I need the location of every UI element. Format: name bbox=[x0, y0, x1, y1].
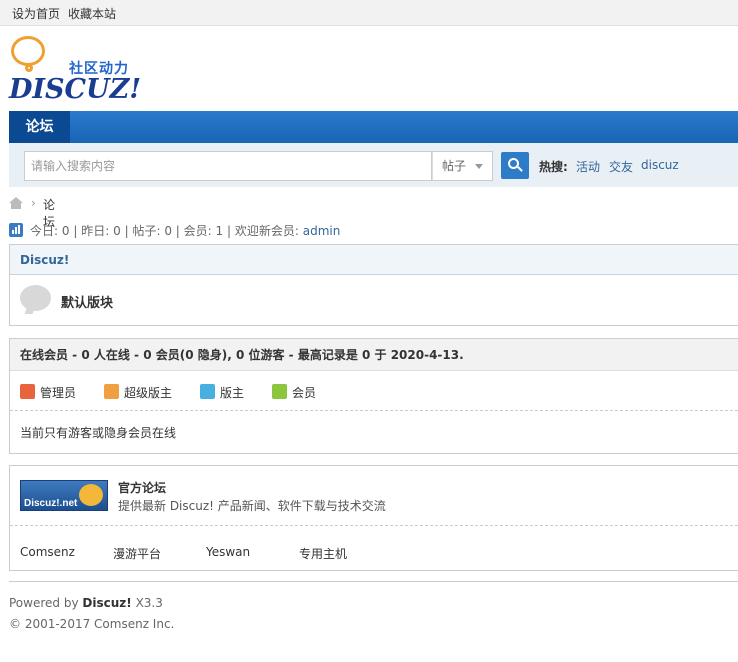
logo-bubble-icon bbox=[11, 36, 45, 66]
stat-today-value: 0 bbox=[61, 224, 70, 238]
moderator-user-icon bbox=[200, 384, 215, 399]
search-button[interactable] bbox=[501, 152, 529, 179]
super-moderator-user-icon bbox=[104, 384, 119, 399]
official-forum-desc: 提供最新 Discuz! 产品新闻、软件下载与技术交流 bbox=[118, 499, 386, 513]
hot-search-link[interactable]: 交友 bbox=[609, 158, 633, 175]
online-members-block: 在线会员 - 0 人在线 - 0 会员(0 隐身), 0 位游客 - 最高记录是… bbox=[9, 338, 738, 454]
legend-admin-label: 管理员 bbox=[40, 386, 77, 400]
member-user-icon bbox=[272, 384, 287, 399]
logo-bubble-tail bbox=[25, 64, 33, 72]
nav-tab-forum[interactable]: 论坛 bbox=[9, 111, 70, 143]
legend-member-label: 会员 bbox=[292, 386, 317, 400]
home-icon-wall bbox=[11, 203, 21, 209]
stat-members-label: 会员: bbox=[183, 224, 212, 238]
footer-version: X3.3 bbox=[135, 596, 163, 610]
forum-row: 默认版块 bbox=[10, 275, 738, 324]
stat-divider: | bbox=[227, 224, 232, 238]
friend-link[interactable]: 专用主机 bbox=[299, 545, 347, 562]
stat-yesterday-label: 昨日: bbox=[81, 224, 110, 238]
member-group-legend: 管理员 超级版主 版主 会员 bbox=[10, 371, 738, 411]
discuz-net-banner[interactable]: Discuz!.net bbox=[20, 480, 108, 511]
legend-moderator: 版主 bbox=[200, 384, 245, 401]
copyright: © 2001-2017 Comsenz Inc. bbox=[9, 617, 175, 631]
legend-super-moderator-label: 超级版主 bbox=[124, 386, 173, 400]
legend-super-moderator: 超级版主 bbox=[104, 384, 173, 401]
online-members-heading[interactable]: 在线会员 - 0 人在线 - 0 会员(0 隐身), 0 位游客 - 最高记录是… bbox=[10, 339, 738, 371]
stat-today-label: 今日: bbox=[30, 224, 59, 238]
powered-by: Powered by Discuz! X3.3 bbox=[9, 596, 163, 610]
site-logo[interactable]: 社区动力 DISCUZ! bbox=[9, 36, 149, 105]
official-forum-link: Discuz!.net 官方论坛 提供最新 Discuz! 产品新闻、软件下载与… bbox=[10, 466, 738, 526]
footer-brand-link[interactable]: Discuz! bbox=[82, 596, 131, 610]
forum-speech-bubble-icon[interactable] bbox=[20, 285, 51, 311]
stat-yesterday-value: 0 bbox=[113, 224, 121, 238]
stat-divider: | bbox=[175, 224, 180, 238]
stat-divider: | bbox=[73, 224, 78, 238]
search-type-select[interactable]: 帖子 bbox=[432, 151, 493, 181]
official-forum-title[interactable]: 官方论坛 bbox=[118, 479, 166, 496]
stats-text: 今日: 0 | 昨日: 0 | 帖子: 0 | 会员: 1 | 欢迎新会员: a… bbox=[30, 222, 340, 239]
friend-link[interactable]: Comsenz bbox=[20, 545, 75, 559]
friend-links-block: Discuz!.net 官方论坛 提供最新 Discuz! 产品新闻、软件下载与… bbox=[9, 465, 738, 571]
hot-search-link[interactable]: discuz bbox=[641, 158, 679, 172]
forum-category-block: Discuz! 默认版块 bbox=[9, 244, 738, 326]
stat-members-value: 1 bbox=[215, 224, 224, 238]
stat-posts-value: 0 bbox=[164, 224, 172, 238]
main-nav: 论坛 bbox=[9, 111, 738, 143]
banner-sun-graphic bbox=[79, 484, 103, 506]
stat-divider: | bbox=[124, 224, 129, 238]
home-icon[interactable] bbox=[9, 197, 24, 210]
bookmark-site-link[interactable]: 收藏本站 bbox=[68, 5, 116, 22]
legend-admin: 管理员 bbox=[20, 384, 77, 401]
newest-member-link[interactable]: admin bbox=[303, 224, 341, 238]
top-toolbar: 设为首页 收藏本站 bbox=[0, 0, 738, 26]
search-input[interactable]: 请输入搜索内容 bbox=[24, 151, 432, 181]
set-homepage-link[interactable]: 设为首页 bbox=[12, 5, 60, 22]
breadcrumb-separator: › bbox=[31, 196, 36, 210]
text-links-row: Comsenz 漫游平台 Yeswan 专用主机 bbox=[10, 526, 738, 579]
hot-search-link[interactable]: 活动 bbox=[576, 158, 600, 175]
logo-wordmark: DISCUZ! bbox=[9, 74, 142, 105]
legend-moderator-label: 版主 bbox=[220, 386, 245, 400]
category-title[interactable]: Discuz! bbox=[10, 245, 738, 275]
hot-search-label: 热搜: bbox=[539, 160, 568, 174]
admin-user-icon bbox=[20, 384, 35, 399]
online-note: 当前只有游客或隐身会员在线 bbox=[20, 426, 177, 440]
powered-by-label: Powered by bbox=[9, 596, 79, 610]
friend-link[interactable]: Yeswan bbox=[206, 545, 250, 559]
banner-text: Discuz!.net bbox=[24, 498, 78, 509]
stat-welcome-label: 欢迎新会员: bbox=[234, 224, 299, 238]
legend-member: 会员 bbox=[272, 384, 317, 401]
forum-board-link[interactable]: 默认版块 bbox=[61, 292, 113, 311]
search-type-value: 帖子 bbox=[442, 159, 467, 173]
chevron-down-icon bbox=[475, 164, 483, 169]
stat-posts-label: 帖子: bbox=[132, 224, 161, 238]
search-icon-handle bbox=[517, 166, 523, 172]
stats-chart-icon[interactable] bbox=[9, 223, 23, 237]
search-bar: 请输入搜索内容 帖子 热搜: 活动 交友 discuz bbox=[9, 143, 738, 187]
page-footer: Powered by Discuz! X3.3 © 2001-2017 Coms… bbox=[9, 581, 738, 631]
friend-link[interactable]: 漫游平台 bbox=[113, 545, 161, 562]
